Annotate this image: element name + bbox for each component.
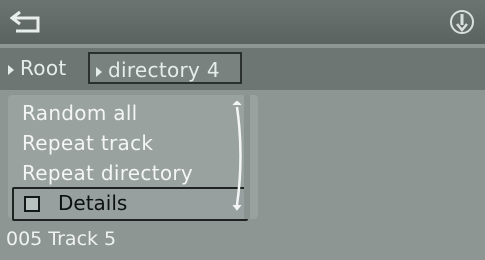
menu-item-repeat-directory[interactable]: Repeat directory <box>22 161 193 185</box>
breadcrumb-root[interactable]: Root <box>8 52 67 84</box>
scroll-indicator-icon <box>232 101 242 211</box>
breadcrumb-current-directory[interactable]: directory 4 <box>88 52 242 84</box>
breadcrumb-current-label: directory 4 <box>108 58 220 82</box>
options-menu: Random all Repeat track Repeat directory… <box>8 95 258 221</box>
top-bar <box>0 0 485 44</box>
menu-item-repeat-track[interactable]: Repeat track <box>22 131 153 155</box>
menu-item-random-all[interactable]: Random all <box>22 101 138 125</box>
breadcrumb: Root directory 4 <box>0 48 485 90</box>
chevron-right-icon <box>8 64 14 75</box>
menu-item-details[interactable]: Details <box>12 187 248 221</box>
checkbox-icon[interactable] <box>24 196 40 212</box>
current-track: 005 Track 5 <box>6 228 117 250</box>
chevron-right-icon <box>96 66 102 77</box>
breadcrumb-root-label: Root <box>20 56 67 80</box>
info-icon[interactable] <box>447 7 477 37</box>
screen: Root directory 4 Random all Repeat track… <box>0 0 485 260</box>
back-arrow-icon[interactable] <box>10 6 48 38</box>
details-label: Details <box>58 191 128 215</box>
